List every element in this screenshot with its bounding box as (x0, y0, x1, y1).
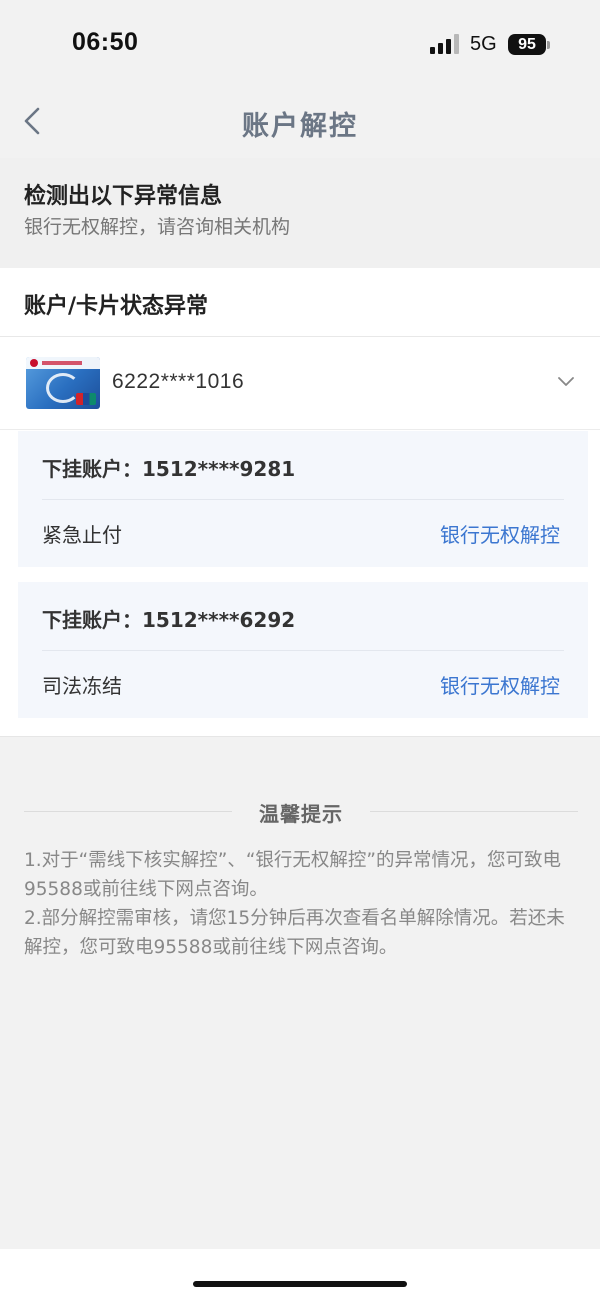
status-bar: 06:50 5G 95 (0, 0, 600, 90)
divider (42, 499, 564, 500)
home-indicator-area (0, 1249, 600, 1301)
divider (42, 650, 564, 651)
status-heading-text: 账户/卡片状态异常 (24, 294, 209, 319)
page-title: 账户解控 (242, 111, 358, 142)
sub-account-card: 下挂账户：1512****6292 司法冻结 银行无权解控 (18, 582, 588, 718)
sub-account-number: 下挂账户：1512****6292 (42, 608, 296, 632)
status-time: 06:50 (72, 28, 139, 56)
battery-tip (547, 41, 550, 49)
sub-account-status: 司法冻结 (42, 674, 122, 698)
card-section: 6222****1016 下挂账户：1512****9281 紧急止付 银行无权… (0, 337, 600, 737)
alert-subtitle: 银行无权解控，请咨询相关机构 (24, 216, 291, 238)
unionpay-logo (76, 393, 96, 405)
sub-account-action-link[interactable]: 银行无权解控 (440, 670, 560, 699)
card-row[interactable]: 6222****1016 (0, 337, 600, 430)
tips-body: 1.对于“需线下核实解控”、“银行无权解控”的异常情况，您可致电95588或前往… (24, 846, 580, 962)
sub-account-status: 紧急止付 (42, 523, 122, 547)
status-section-heading: 账户/卡片状态异常 (0, 268, 600, 337)
divider (370, 811, 578, 812)
signal-strength-icon (430, 34, 462, 54)
home-indicator[interactable] (193, 1281, 407, 1287)
alert-section: 检测出以下异常信息 银行无权解控，请咨询相关机构 (0, 158, 600, 268)
tip-item: 2.部分解控需审核，请您15分钟后再次查看名单解除情况。若还未解控，您可致电95… (24, 908, 565, 958)
battery-icon: 95 (508, 34, 546, 55)
bank-card-image (26, 357, 100, 409)
sub-account-number: 下挂账户：1512****9281 (42, 457, 296, 481)
tips-title: 温馨提示 (259, 802, 343, 826)
sub-account-card: 下挂账户：1512****9281 紧急止付 银行无权解控 (18, 431, 588, 567)
tip-item: 1.对于“需线下核实解控”、“银行无权解控”的异常情况，您可致电95588或前往… (24, 850, 561, 900)
network-type: 5G (470, 33, 497, 55)
nav-bar: 账户解控 (0, 90, 600, 158)
sub-account-action-link[interactable]: 银行无权解控 (440, 519, 560, 548)
card-number: 6222****1016 (112, 370, 245, 393)
tips-header: 温馨提示 (24, 796, 578, 828)
chevron-down-icon[interactable] (556, 375, 576, 389)
alert-title: 检测出以下异常信息 (24, 184, 223, 209)
